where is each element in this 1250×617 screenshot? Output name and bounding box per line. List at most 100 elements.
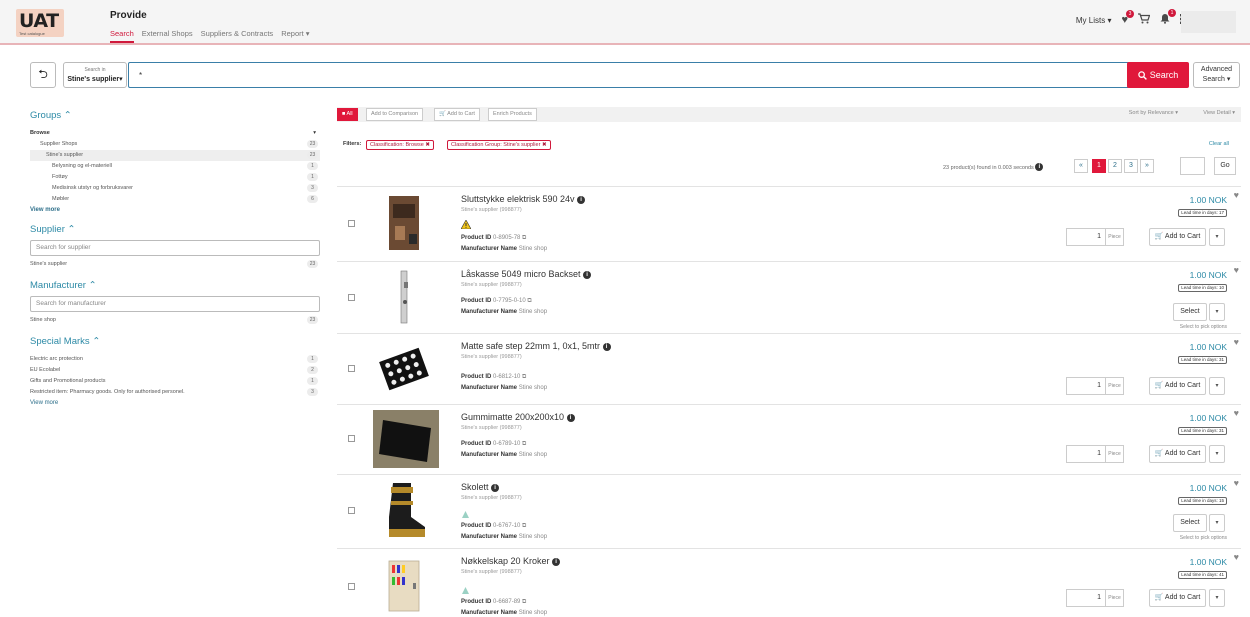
copy-icon[interactable]: ⧉ [522,374,526,380]
special-mark-item[interactable]: Electric arc protection 1 [30,354,320,365]
enrich-products-button[interactable]: Enrich Products [488,108,537,121]
favorites-button[interactable]: ♥ 3 [1121,10,1134,26]
add-to-cart-button[interactable]: 🛒 Add to Cart [1149,445,1206,463]
cart-options-dropdown[interactable]: ▾ [1209,228,1225,246]
product-title[interactable]: Sluttstykke elektrisk 590 24v i [461,194,586,204]
copy-icon[interactable]: ⧉ [522,599,526,605]
quantity-input[interactable]: 1 Piece [1066,589,1124,607]
cart-options-dropdown[interactable]: ▾ [1209,303,1225,321]
special-mark-item[interactable]: Restricted item: Pharmacy goods. Only fo… [30,387,320,398]
close-icon[interactable]: ✖ [542,142,547,148]
copy-icon[interactable]: ⧉ [527,298,531,304]
search-button[interactable]: Search [1127,62,1189,88]
sort-dropdown[interactable]: Sort by Relevance ▾ [1129,110,1178,116]
info-icon[interactable]: i [491,484,500,492]
go-button[interactable]: Go [1214,157,1236,175]
search-scope-dropdown[interactable]: Search in Stine's supplier▾ [63,62,127,88]
product-checkbox[interactable] [348,435,355,442]
add-to-cart-button[interactable]: 🛒 Add to Cart [1149,589,1206,607]
select-options-button[interactable]: Select [1173,303,1207,321]
product-checkbox[interactable] [348,220,355,227]
group-item-belysning[interactable]: Belysning og el-materiell 1 [30,161,320,172]
add-to-comparison-button[interactable]: Add to Comparison [366,108,424,121]
product-title[interactable]: Gummimatte 200x200x10 i [461,412,575,422]
manufacturer-heading[interactable]: Manufacturer ⌃ [30,278,320,294]
special-marks-heading[interactable]: Special Marks ⌃ [30,334,320,350]
manufacturer-item[interactable]: Stine shop 23 [30,315,320,326]
product-checkbox[interactable] [348,294,355,301]
add-to-cart-button[interactable]: 🛒 Add to Cart [1149,377,1206,395]
info-icon[interactable]: i [552,558,561,566]
filter-chip[interactable]: Classification: Browse ✖ [366,140,434,150]
tab-report[interactable]: Report ▾ [281,29,309,43]
product-image[interactable] [375,194,433,252]
supplier-heading[interactable]: Supplier ⌃ [30,222,320,238]
advanced-search-button[interactable]: Advanced Search ▾ [1193,62,1240,88]
product-title[interactable]: Nøkkelskap 20 Kroker i [461,556,561,566]
back-button[interactable]: ⮌ [30,62,56,88]
select-options-button[interactable]: Select [1173,514,1207,532]
filter-chip[interactable]: Classification Group: Stine's supplier ✖ [447,140,551,150]
manufacturer-search-input[interactable]: Search for manufacturer [30,296,320,312]
groups-view-more-link[interactable]: View more [30,205,320,216]
quantity-input[interactable]: 1 Piece [1066,377,1124,395]
cart-options-dropdown[interactable]: ▾ [1209,514,1225,532]
cart-options-dropdown[interactable]: ▾ [1209,445,1225,463]
add-to-cart-button[interactable]: 🛒 Add to Cart [1149,228,1206,246]
user-profile[interactable] [1181,11,1236,33]
group-item-medisinsk[interactable]: Medisinsk utstyr og forbruksvarer 3 [30,183,320,194]
favorite-heart-icon[interactable]: ♥ [1234,408,1239,418]
group-item-supplier-shops[interactable]: Supplier Shops 23 [30,139,320,150]
quantity-input[interactable]: 1 Piece [1066,445,1124,463]
copy-icon[interactable]: ⧉ [522,441,526,447]
search-input[interactable] [128,62,1156,88]
special-mark-item[interactable]: Gifts and Promotional products 1 [30,376,320,387]
info-icon[interactable]: i [583,271,592,279]
first-page-button[interactable]: « [1074,159,1088,173]
product-image[interactable] [375,557,433,615]
product-checkbox[interactable] [348,365,355,372]
special-mark-item[interactable]: EU Ecolabel 2 [30,365,320,376]
favorite-heart-icon[interactable]: ♥ [1234,552,1239,562]
product-checkbox[interactable] [348,507,355,514]
group-item-mobler[interactable]: Møbler 6 [30,194,320,205]
product-image[interactable] [375,268,433,326]
product-title[interactable]: Matte safe step 22mm 1, 0x1, 5mtr i [461,341,611,351]
product-title[interactable]: Skolett i [461,482,500,492]
info-icon[interactable]: i [577,196,586,204]
page-3-button[interactable]: 3 [1124,159,1138,173]
my-lists-dropdown[interactable]: My Lists ▾ [1076,16,1112,25]
view-dropdown[interactable]: View Detail ▾ [1203,110,1235,116]
product-title[interactable]: Låskasse 5049 micro Backset i [461,269,592,279]
quantity-input[interactable]: 1 Piece [1066,228,1124,246]
favorite-heart-icon[interactable]: ♥ [1234,190,1239,200]
info-icon[interactable]: i [566,414,575,422]
logo[interactable]: UAT Test catalogue [16,9,64,37]
favorite-heart-icon[interactable]: ♥ [1234,478,1239,488]
info-icon[interactable]: i [602,343,611,351]
tab-external-shops[interactable]: External Shops [142,29,193,43]
notifications-button[interactable]: 1 [1160,9,1176,27]
cart-options-dropdown[interactable]: ▾ [1209,589,1225,607]
close-icon[interactable]: ✖ [425,142,430,148]
add-selected-to-cart-button[interactable]: 🛒 Add to Cart [434,108,480,121]
group-item-stines-supplier[interactable]: Stine's supplier 23 [30,150,320,161]
page-number-input[interactable] [1180,157,1205,175]
supplier-item[interactable]: Stine's supplier 23 [30,259,320,270]
page-2-button[interactable]: 2 [1108,159,1122,173]
supplier-search-input[interactable]: Search for supplier [30,240,320,256]
copy-icon[interactable]: ⧉ [522,523,526,529]
select-all-button[interactable]: ■ All [337,108,358,121]
product-image[interactable] [373,410,439,468]
favorite-heart-icon[interactable]: ♥ [1234,265,1239,275]
special-marks-view-more-link[interactable]: View more [30,398,320,409]
copy-icon[interactable]: ⧉ [522,235,526,241]
cart-options-dropdown[interactable]: ▾ [1209,377,1225,395]
tab-search[interactable]: Search [110,29,134,43]
product-image[interactable] [375,340,433,398]
group-item-fottoy[interactable]: Fottøy 1 [30,172,320,183]
groups-heading[interactable]: Groups ⌃ [30,108,320,124]
page-1-button[interactable]: 1 [1092,159,1106,173]
product-checkbox[interactable] [348,583,355,590]
browse-group[interactable]: Browse ▾ [30,128,320,139]
